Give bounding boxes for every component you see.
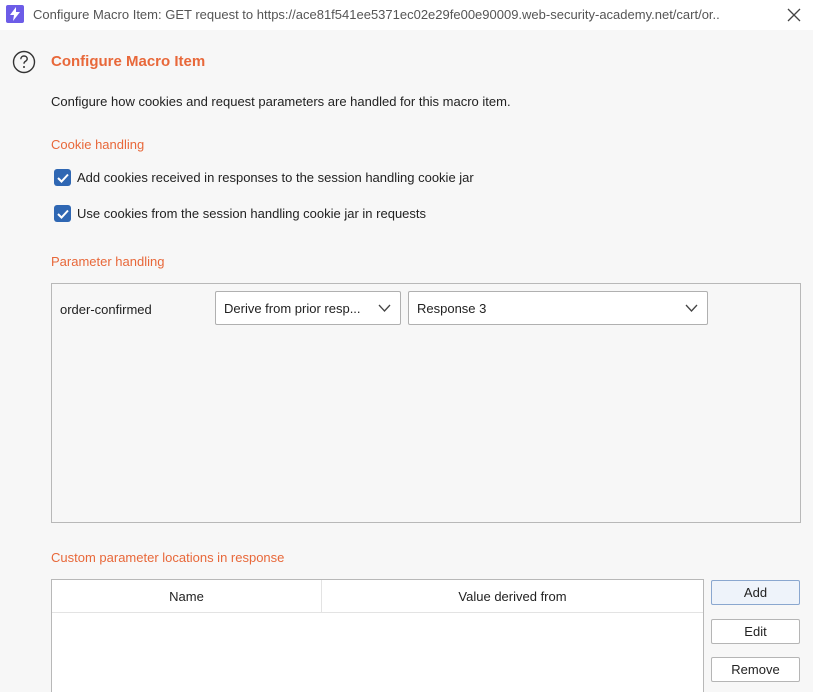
column-header-name[interactable]: Name xyxy=(52,580,322,612)
chevron-down-icon xyxy=(685,304,698,312)
window-titlebar: Configure Macro Item: GET request to htt… xyxy=(0,0,813,30)
help-icon[interactable] xyxy=(12,50,36,74)
parameter-handling-title: Parameter handling xyxy=(51,254,165,269)
add-cookies-option[interactable]: Add cookies received in responses to the… xyxy=(54,169,474,186)
parameter-mode-value: Derive from prior resp... xyxy=(224,301,361,316)
use-cookies-option[interactable]: Use cookies from the session handling co… xyxy=(54,205,426,222)
cookie-handling-title: Cookie handling xyxy=(51,137,145,152)
window-title: Configure Macro Item: GET request to htt… xyxy=(33,7,720,22)
parameter-mode-select[interactable]: Derive from prior resp... xyxy=(215,291,401,325)
close-icon[interactable] xyxy=(783,4,805,26)
parameter-source-select[interactable]: Response 3 xyxy=(408,291,708,325)
page-description: Configure how cookies and request parame… xyxy=(51,94,511,109)
column-header-value-derived-from[interactable]: Value derived from xyxy=(322,580,703,612)
chevron-down-icon xyxy=(378,304,391,312)
custom-locations-title: Custom parameter locations in response xyxy=(51,550,285,565)
add-cookies-checkbox[interactable] xyxy=(54,169,71,186)
parameter-source-value: Response 3 xyxy=(417,301,487,316)
page-title: Configure Macro Item xyxy=(51,53,206,70)
custom-locations-table[interactable]: Name Value derived from xyxy=(51,579,704,692)
edit-button[interactable]: Edit xyxy=(711,619,800,644)
parameter-handling-panel: order-confirmed Derive from prior resp..… xyxy=(51,283,801,523)
parameter-name: order-confirmed xyxy=(60,302,152,317)
remove-button[interactable]: Remove xyxy=(711,657,800,682)
table-header: Name Value derived from xyxy=(52,580,703,613)
add-cookies-label: Add cookies received in responses to the… xyxy=(77,170,474,185)
add-button[interactable]: Add xyxy=(711,580,800,605)
burp-lightning-icon xyxy=(6,5,24,23)
use-cookies-checkbox[interactable] xyxy=(54,205,71,222)
use-cookies-label: Use cookies from the session handling co… xyxy=(77,206,427,221)
